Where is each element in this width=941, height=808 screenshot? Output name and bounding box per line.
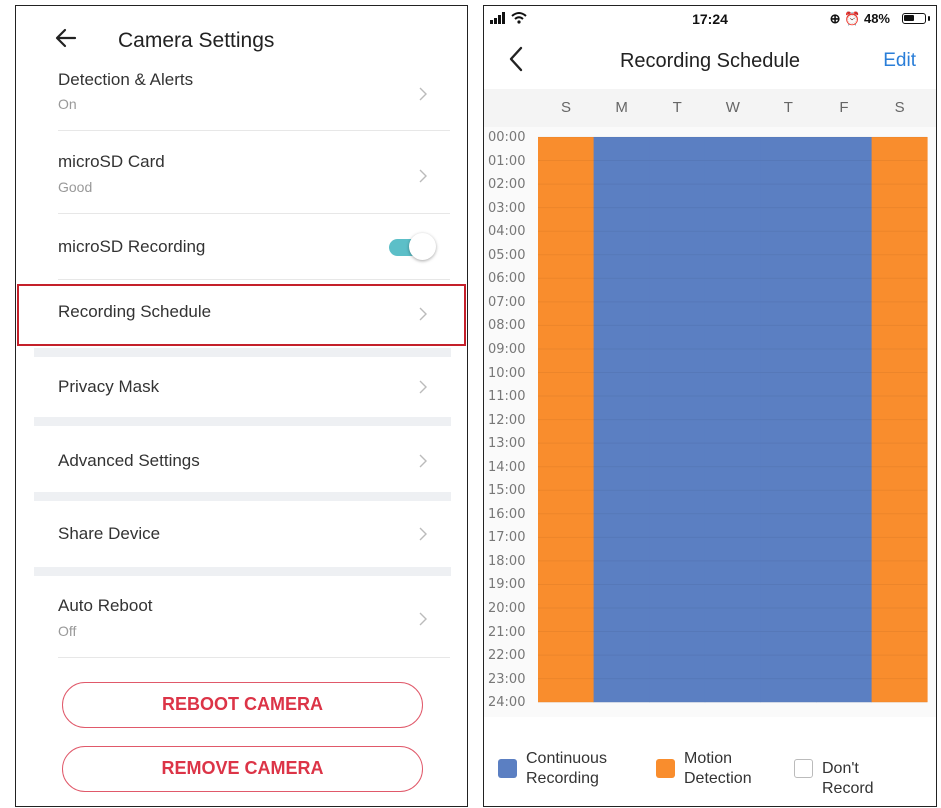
nav-bar: Recording Schedule Edit — [484, 36, 936, 86]
legend-label: Don't Record — [822, 760, 874, 797]
hour-label: 22:00 — [488, 648, 526, 664]
section-gap — [34, 492, 451, 501]
row-subtitle: On — [58, 96, 77, 112]
section-gap — [34, 567, 451, 576]
hour-label: 05:00 — [488, 247, 526, 263]
chevron-right-icon — [419, 612, 427, 626]
battery-cap — [928, 16, 930, 21]
hour-label: 04:00 — [488, 224, 526, 240]
weekday-label: S — [894, 99, 905, 116]
hour-label: 24:00 — [488, 695, 526, 711]
page-title: Camera Settings — [118, 29, 275, 52]
weekday-label: F — [839, 99, 849, 116]
weekday-label: T — [783, 99, 793, 116]
row-title: Advanced Settings — [58, 451, 200, 470]
hour-label: 00:00 — [488, 130, 526, 145]
location-icon: ⊕ — [829, 11, 841, 26]
reboot-camera-button[interactable]: REBOOT CAMERA — [62, 682, 423, 728]
weekday-label: T — [672, 99, 682, 116]
settings-row-microsd-card[interactable]: microSD Card Good — [16, 138, 467, 214]
schedule-legend: Continuous Recording Motion Detection Don'… — [484, 719, 936, 806]
section-gap — [34, 348, 451, 357]
hour-label: 19:00 — [488, 577, 526, 593]
row-title: microSD Card — [58, 152, 165, 171]
settings-row-share-device[interactable]: Share Device — [16, 501, 467, 567]
recording-schedule-screen: 17:24 ⊕ ⏰ 48% Recording Schedule Edit S M… — [483, 5, 937, 807]
alarm-icon: ⏰ — [844, 11, 861, 26]
back-arrow-icon[interactable] — [54, 26, 78, 50]
hour-label: 18:00 — [488, 553, 526, 569]
divider — [58, 657, 450, 658]
hour-label: 09:00 — [488, 341, 526, 357]
row-title: Detection & Alerts — [58, 70, 194, 89]
weekday-label: S — [560, 99, 571, 116]
chevron-right-icon — [419, 380, 427, 394]
legend-swatch — [794, 759, 813, 778]
legend-swatch — [656, 759, 675, 778]
highlight-box — [17, 284, 466, 346]
row-title: Share Device — [58, 524, 161, 543]
hour-label: 16:00 — [488, 506, 526, 522]
row-title: microSD Recording — [58, 237, 206, 256]
settings-row-detection-alerts[interactable]: Detection & Alerts On — [16, 66, 467, 132]
hour-label: 06:00 — [488, 271, 526, 287]
battery-level — [904, 15, 914, 21]
toggle-knob — [409, 233, 436, 260]
hour-label: 12:00 — [488, 412, 526, 428]
page-title: Recording Schedule — [619, 50, 801, 72]
hour-label: 17:00 — [488, 530, 526, 546]
legend-label: Motion Detection — [684, 750, 752, 787]
hour-label: 02:00 — [488, 177, 526, 193]
hour-label: 21:00 — [488, 624, 526, 640]
row-title: Auto Reboot — [58, 596, 153, 615]
section-gap — [34, 417, 451, 426]
weekday-header: SMTWTFS — [484, 89, 936, 127]
hour-label: 15:00 — [488, 483, 526, 499]
remove-camera-button[interactable]: REMOVE CAMERA — [62, 746, 423, 792]
hour-label: 08:00 — [488, 318, 526, 334]
hour-label: 14:00 — [488, 459, 526, 475]
settings-row-privacy-mask[interactable]: Privacy Mask — [16, 357, 467, 417]
hour-label: 10:00 — [488, 365, 526, 381]
weekday-label: W — [725, 99, 740, 116]
hour-label: 11:00 — [488, 389, 526, 405]
hour-label: 23:00 — [488, 671, 526, 687]
battery-icon — [902, 13, 926, 24]
camera-settings-screen: Camera Settings Detection & Alerts On mi… — [15, 5, 468, 807]
edit-button[interactable]: Edit — [883, 50, 916, 72]
schedule-grid[interactable]: 00:00 01:00 02:00 03:00 04:00 05:00 06:00 07:00… — [484, 127, 936, 717]
status-bar: 17:24 ⊕ ⏰ 48% — [484, 6, 936, 32]
legend-label: Continuous Recording — [526, 750, 607, 787]
hour-label: 01:00 — [488, 153, 526, 169]
divider — [58, 279, 450, 280]
schedule-chart — [538, 136, 928, 703]
chevron-right-icon — [419, 527, 427, 541]
settings-row-advanced-settings[interactable]: Advanced Settings — [16, 426, 467, 492]
battery-percent: 48% — [863, 11, 890, 26]
row-title: Privacy Mask — [58, 377, 160, 396]
status-battery-text: ⊕ ⏰ 48% — [830, 11, 890, 27]
hour-label: 13:00 — [488, 436, 526, 452]
settings-row-auto-reboot[interactable]: Auto Reboot Off — [16, 576, 467, 656]
weekday-label: M — [615, 99, 628, 116]
hour-label: 07:00 — [488, 294, 526, 310]
chevron-right-icon — [419, 87, 427, 101]
hour-label: 03:00 — [488, 200, 526, 216]
legend-swatch — [498, 759, 517, 778]
row-subtitle: Good — [58, 179, 93, 195]
divider — [58, 130, 450, 131]
hour-label: 20:00 — [488, 601, 526, 616]
row-subtitle: Off — [58, 623, 77, 639]
header: Camera Settings — [16, 6, 467, 68]
chevron-right-icon — [419, 454, 427, 468]
chevron-right-icon — [419, 169, 427, 183]
microsd-recording-toggle[interactable] — [389, 233, 437, 261]
